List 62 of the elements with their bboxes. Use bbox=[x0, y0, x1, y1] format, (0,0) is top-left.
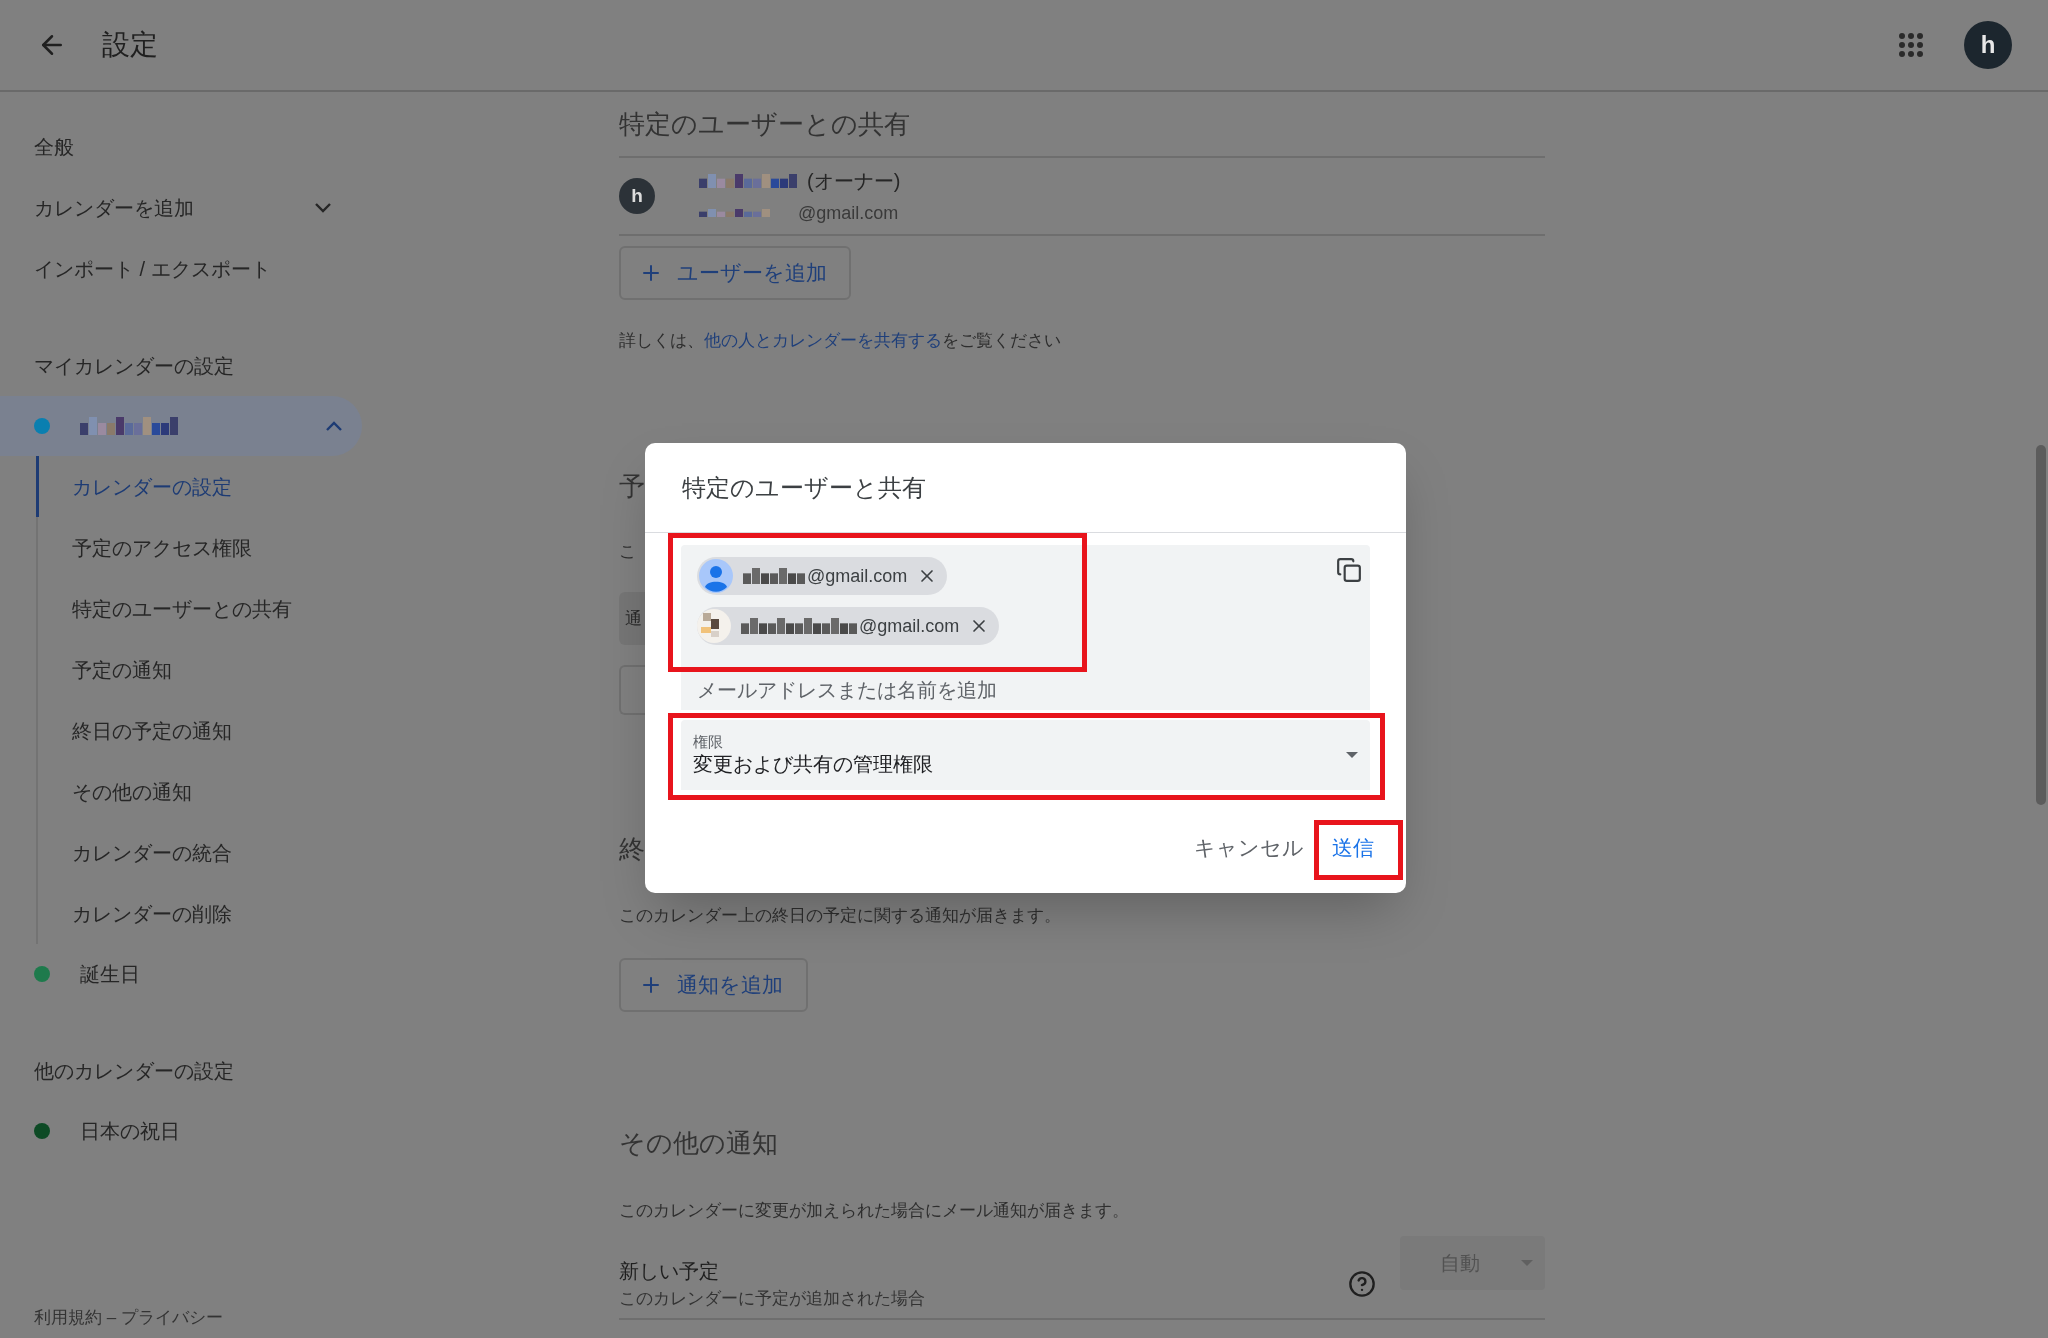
recipient-chip[interactable]: @gmail.com bbox=[697, 607, 1000, 645]
sidebar-item[interactable]: 全般 bbox=[0, 116, 365, 177]
section-description: このカレンダーに変更が加えられた場合にメール通知が届きます。 bbox=[619, 1200, 1130, 1222]
add-user-button[interactable]: ユーザーを追加 bbox=[619, 246, 851, 300]
permission-select[interactable]: 権限 変更および共有の管理権限 bbox=[681, 720, 1370, 790]
field-label: 権限 bbox=[693, 733, 724, 751]
cancel-button[interactable]: キャンセル bbox=[1186, 826, 1312, 870]
setting-subtitle: このカレンダーに予定が追加された場合 bbox=[619, 1288, 925, 1311]
recipient-chip[interactable]: @gmail.com bbox=[697, 557, 948, 595]
section-heading: その他の通知 bbox=[619, 1127, 779, 1160]
send-button[interactable]: 送信 bbox=[1324, 826, 1382, 870]
setting-title: 新しい予定 bbox=[619, 1259, 720, 1285]
settings-nav-link[interactable]: 終日の予定の通知 bbox=[38, 700, 365, 761]
chevron-down-icon[interactable] bbox=[315, 202, 331, 213]
settings-nav-link[interactable]: カレンダーの設定 bbox=[36, 456, 365, 517]
account-avatar[interactable]: h bbox=[1964, 21, 2012, 69]
dropdown-caret-icon bbox=[1346, 752, 1358, 758]
settings-nav-link[interactable]: 予定のアクセス権限 bbox=[38, 517, 365, 578]
sidebar-item[interactable]: インポート / エクスポート bbox=[0, 238, 365, 299]
field-value: 変更および共有の管理権限 bbox=[693, 752, 933, 777]
dropdown-caret-icon bbox=[1521, 1260, 1533, 1266]
redacted-name-drawing bbox=[743, 568, 805, 584]
section-description: このカレンダー上の終日の予定に関する通知が届きます。 bbox=[619, 905, 1062, 927]
scrollbar-thumb[interactable] bbox=[2036, 445, 2046, 805]
user-email: @gmail.com bbox=[798, 201, 899, 225]
recipient-email: @gmail.com bbox=[859, 614, 960, 638]
add-notification-button[interactable]: 通知を追加 bbox=[619, 958, 808, 1012]
dialog-title: 特定のユーザーと共有 bbox=[682, 472, 926, 503]
footer-links[interactable]: 利用規約 – プライバシー bbox=[0, 1304, 365, 1338]
owner-label: (オーナー) bbox=[807, 168, 901, 194]
recipients-field[interactable]: @gmail.com @gmail.com メールアドレスまたは名前を追加 bbox=[681, 545, 1370, 710]
recipient-input[interactable]: メールアドレスまたは名前を追加 bbox=[697, 675, 1257, 705]
calendar-item[interactable]: 誕生日 bbox=[0, 944, 362, 1004]
calendar-name: 日本の祝日 bbox=[80, 1119, 180, 1144]
photo-avatar-icon bbox=[697, 609, 731, 643]
section-heading: マイカレンダーの設定 bbox=[33, 353, 235, 379]
person-avatar-icon bbox=[699, 559, 733, 593]
settings-nav-link[interactable]: 予定の通知 bbox=[38, 639, 365, 700]
section-heading: 終 bbox=[619, 833, 645, 866]
settings-nav-link[interactable]: カレンダーの削除 bbox=[38, 883, 365, 944]
user-avatar: h bbox=[619, 178, 655, 214]
settings-nav-link[interactable]: 特定のユーザーとの共有 bbox=[38, 578, 365, 639]
recipient-email: @gmail.com bbox=[807, 564, 908, 588]
section-heading: 特定のユーザーとの共有 bbox=[619, 92, 1545, 158]
help-text: 詳しくは、他の人とカレンダーを共有する をご覧ください bbox=[619, 330, 1062, 352]
section-heading: 他のカレンダーの設定 bbox=[33, 1058, 235, 1084]
calendar-item[interactable] bbox=[0, 396, 362, 456]
share-help-link[interactable]: 他の人とカレンダーを共有する bbox=[704, 331, 942, 350]
access-select[interactable]: 通 bbox=[619, 592, 645, 645]
copy-icon[interactable] bbox=[1336, 557, 1362, 583]
help-icon[interactable] bbox=[1348, 1270, 1376, 1298]
section-description: こ bbox=[619, 541, 636, 563]
calendar-item[interactable]: 日本の祝日 bbox=[0, 1101, 362, 1161]
redacted-name-drawing bbox=[699, 209, 770, 217]
settings-nav-link[interactable]: カレンダーの統合 bbox=[38, 822, 365, 883]
chevron-up-icon[interactable] bbox=[326, 421, 342, 431]
sidebar-item[interactable]: カレンダーを追加 bbox=[0, 177, 365, 238]
apps-grid-icon[interactable] bbox=[1898, 32, 1924, 58]
page-title: 設定 bbox=[102, 28, 158, 62]
settings-nav-link[interactable]: その他の通知 bbox=[38, 761, 365, 822]
section-heading: 予 bbox=[619, 470, 645, 503]
calendar-name: 誕生日 bbox=[80, 962, 140, 987]
